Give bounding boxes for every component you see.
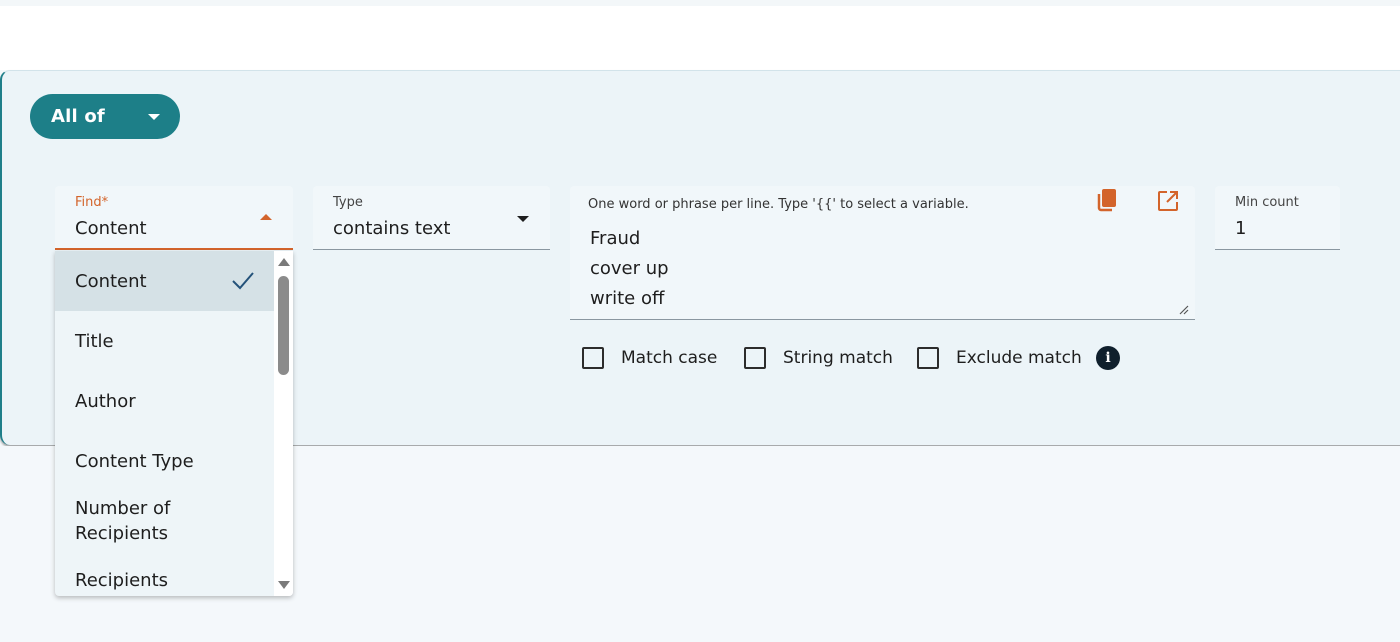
match-case-checkbox[interactable]: Match case [582, 347, 717, 369]
phrase-line: cover up [590, 258, 669, 279]
exclude-match-label: Exclude match [956, 348, 1082, 368]
chevron-down-icon [517, 216, 529, 222]
menu-item-label: Content [75, 270, 147, 292]
condition-group-dropdown[interactable]: All of [30, 94, 180, 139]
string-match-label: String match [783, 348, 893, 368]
open-external-icon[interactable] [1156, 189, 1180, 213]
checkbox-box[interactable] [917, 347, 939, 369]
find-select[interactable]: Find* Content [55, 186, 293, 250]
copy-icon[interactable] [1096, 188, 1118, 212]
min-count-value: 1 [1235, 218, 1247, 239]
type-select[interactable]: Type contains text [313, 186, 550, 250]
phrase-line: Fraud [590, 228, 641, 249]
find-label: Find* [75, 195, 109, 210]
phrase-line: write off [590, 288, 665, 309]
chevron-up-icon [260, 214, 272, 220]
scroll-up-arrow-icon[interactable] [278, 258, 290, 266]
menu-item-content[interactable]: Content [55, 251, 274, 311]
header-band [0, 6, 1400, 70]
menu-item-number-of-recipients[interactable]: Number of Recipients [55, 491, 195, 551]
min-count-label: Min count [1235, 195, 1299, 210]
find-value: Content [75, 218, 147, 239]
find-options-menu: Content Title Author Content Type Number… [55, 251, 293, 596]
phrases-placeholder: One word or phrase per line. Type '{{' t… [588, 197, 969, 212]
menu-item-label: Title [75, 330, 114, 352]
phrases-textarea[interactable]: One word or phrase per line. Type '{{' t… [570, 186, 1195, 320]
menu-item-title[interactable]: Title [55, 311, 274, 371]
chevron-down-icon [148, 114, 160, 120]
type-label: Type [333, 195, 363, 210]
menu-item-label: Recipients [75, 570, 169, 591]
scroll-down-arrow-icon[interactable] [278, 581, 290, 589]
menu-scrollbar[interactable] [274, 251, 293, 596]
menu-item-content-type[interactable]: Content Type [55, 431, 274, 491]
checkbox-box[interactable] [582, 347, 604, 369]
resize-handle-icon[interactable] [1177, 303, 1189, 315]
string-match-checkbox[interactable]: String match [744, 347, 893, 369]
menu-item-label: Content Type [75, 450, 194, 472]
menu-item-label: Number of Recipients [75, 498, 171, 544]
type-value: contains text [333, 218, 451, 239]
min-count-input[interactable]: Min count 1 [1215, 186, 1340, 250]
exclude-match-checkbox[interactable]: Exclude match [917, 347, 1082, 369]
scroll-thumb[interactable] [278, 276, 289, 375]
phrases-lines: Fraud cover up write off [590, 224, 669, 314]
menu-item-author[interactable]: Author [55, 371, 274, 431]
menu-item-label: Author [75, 390, 136, 412]
checkmark-icon [232, 272, 254, 290]
info-icon[interactable]: i [1096, 346, 1120, 370]
match-case-label: Match case [621, 348, 718, 368]
menu-item-recipients[interactable]: Recipients [55, 551, 274, 596]
checkbox-box[interactable] [744, 347, 766, 369]
condition-group-label: All of [51, 106, 105, 127]
